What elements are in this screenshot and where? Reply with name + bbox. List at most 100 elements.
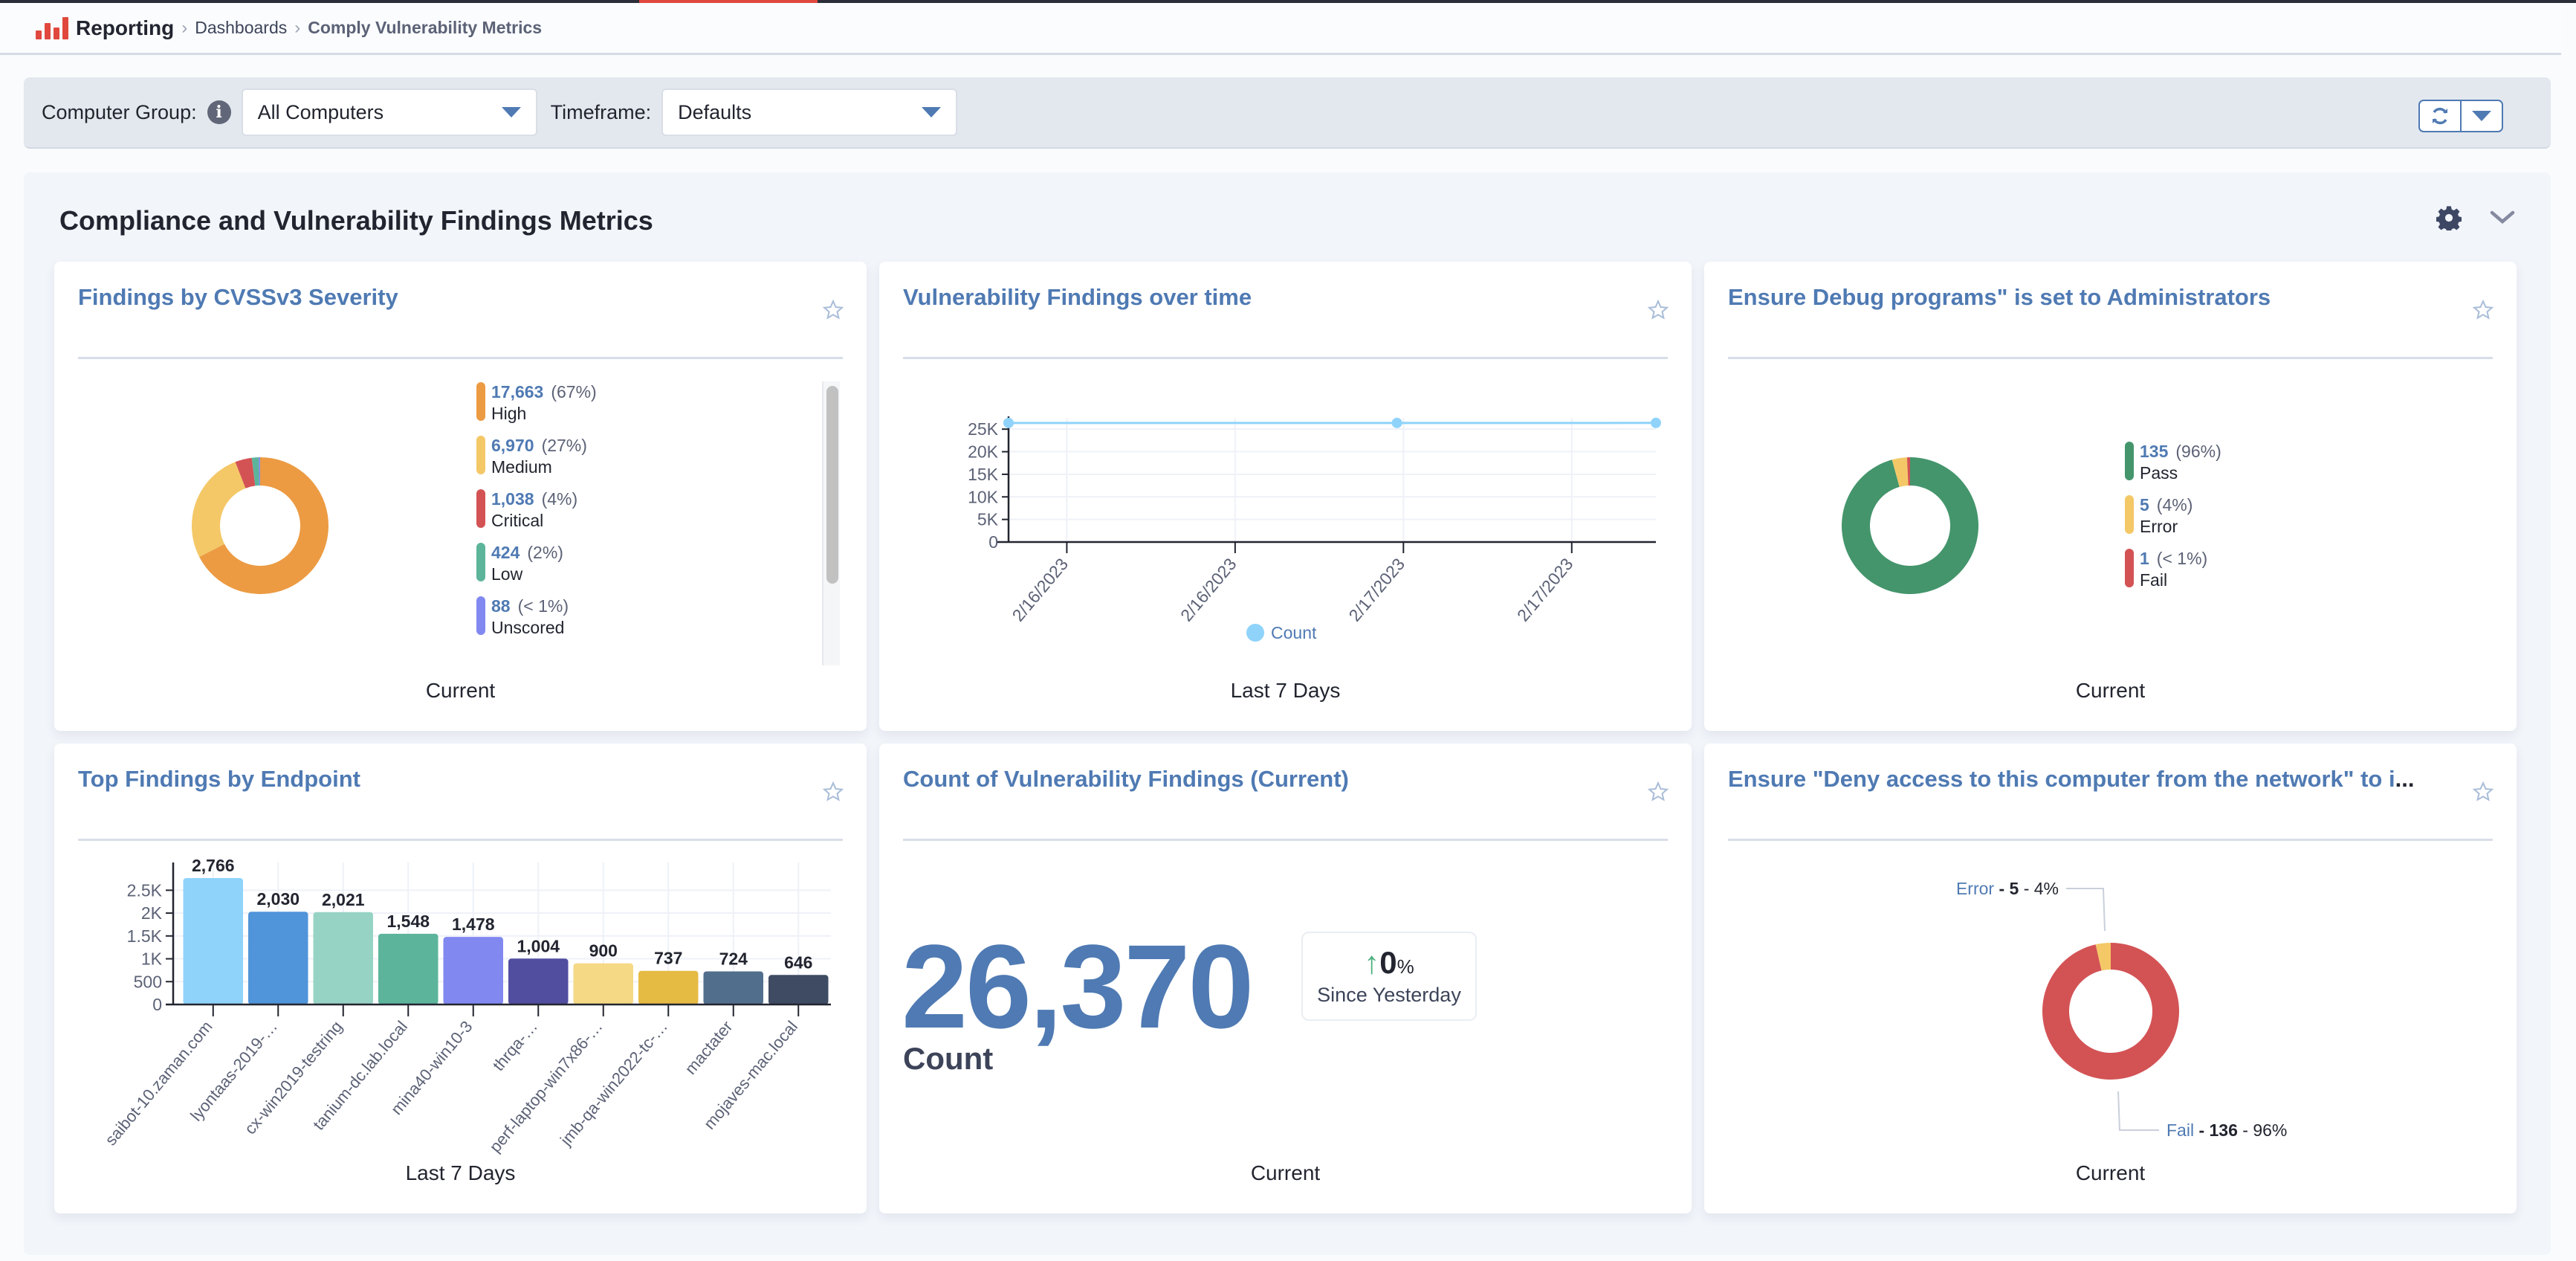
legend-item[interactable]: 6,970 (27%) Medium: [476, 436, 597, 477]
star-icon[interactable]: [1647, 299, 1669, 321]
legend-item[interactable]: 88 (< 1%) Unscored: [476, 596, 597, 638]
y-tick-label: 10K: [968, 487, 999, 506]
bar-data-label: 2,766: [192, 856, 235, 875]
y-tick-label: 2.5K: [127, 880, 163, 900]
card-footer: Current: [425, 679, 496, 702]
severity-donut-chart: [192, 457, 329, 594]
legend-swatch: [476, 543, 485, 581]
timeframe-select[interactable]: Defaults: [661, 88, 958, 136]
legend-marker: [1246, 624, 1264, 642]
legend-value: 1: [2140, 549, 2149, 568]
star-icon[interactable]: [822, 781, 844, 803]
card-findings-over-time: Vulnerability Findings over time 0 5K 10K 1…: [879, 262, 1692, 731]
legend-value: 6,970: [491, 436, 534, 455]
caret-down-icon: [922, 107, 942, 117]
legend-percent: (4%): [2156, 495, 2193, 515]
card-deny-access: Ensure "Deny access to this computer fro…: [1704, 744, 2517, 1213]
legend-scrollbar[interactable]: [822, 381, 840, 665]
x-tick-label: 2/17/2023: [1344, 555, 1408, 625]
star-icon[interactable]: [2472, 299, 2494, 321]
card-divider: [1728, 839, 2493, 841]
timeframe-label: Timeframe:: [550, 100, 652, 123]
bar: [443, 937, 503, 1004]
title-ellipsis: ...: [2395, 766, 2415, 792]
card-footer: Last 7 Days: [405, 1161, 516, 1184]
bar: [573, 963, 633, 1004]
computer-group-select[interactable]: All Computers: [241, 88, 537, 136]
legend-value: 88: [491, 596, 511, 616]
x-tick-label: 2/16/2023: [1177, 555, 1240, 625]
bar: [703, 971, 763, 1004]
x-tick-label: jmb-qa-win2022-tc-…: [556, 1017, 671, 1149]
scrollbar-thumb[interactable]: [826, 386, 838, 584]
bar: [313, 912, 373, 1004]
card-footer: Last 7 Days: [1230, 679, 1341, 702]
legend-item[interactable]: 1,038 (4%) Critical: [476, 489, 597, 531]
arrow-up-icon: ↑: [1364, 945, 1380, 980]
caret-down-icon: [501, 107, 521, 117]
y-tick-label: 25K: [968, 419, 999, 439]
legend-percent: (96%): [2175, 442, 2221, 461]
y-tick-label: 500: [134, 972, 162, 991]
chevron-down-icon[interactable]: [2490, 210, 2515, 226]
y-tick-label: 15K: [968, 465, 999, 484]
callout-label-fail: Fail - 136 - 96%: [2166, 1120, 2287, 1140]
info-icon[interactable]: i: [207, 100, 231, 124]
chevron-right-icon: ›: [181, 17, 188, 38]
caret-down-icon: [2472, 111, 2491, 121]
card-top-findings-by-endpoint: Top Findings by Endpoint 0 500 1K 1.5K 2K 2.5…: [54, 744, 867, 1213]
debug-donut-chart: [1842, 457, 1978, 594]
card-title[interactable]: Count of Vulnerability Findings (Current…: [903, 766, 1349, 793]
legend-label: Unscored: [491, 618, 565, 637]
x-tick-label: mactater: [681, 1017, 736, 1078]
breadcrumb-dashboards[interactable]: Dashboards: [195, 18, 287, 38]
bar: [248, 912, 308, 1004]
legend-label: Error: [2140, 517, 2178, 536]
findings-line-chart: 0 5K 10K 15K 20K 25K 2/16/2023 2/16/2023 2/17/20…: [968, 416, 1661, 642]
refresh-button[interactable]: [2420, 101, 2460, 131]
legend-label: Critical: [491, 511, 544, 530]
delta-unit: %: [1397, 955, 1414, 978]
star-icon[interactable]: [822, 299, 844, 321]
endpoint-bar-chart: 0 500 1K 1.5K 2K 2.5K 2,766 saibot-10.zaman.com…: [101, 856, 831, 1156]
breadcrumb-current: Comply Vulnerability Metrics: [308, 18, 543, 37]
star-icon[interactable]: [2472, 781, 2494, 803]
y-tick-label: 1K: [141, 949, 163, 969]
computer-group-value: All Computers: [257, 100, 384, 123]
bar: [183, 878, 243, 1004]
legend-percent: (< 1%): [2156, 549, 2208, 568]
star-icon[interactable]: [1647, 781, 1669, 803]
callout-line-error: [2066, 888, 2106, 932]
bar-data-label: 2,030: [256, 889, 300, 909]
legend-item[interactable]: 5 (4%) Error: [2125, 495, 2221, 537]
gear-icon[interactable]: [2436, 205, 2462, 230]
bar-data-label: 737: [654, 949, 682, 968]
callout-label-error: Error - 5 - 4%: [1956, 879, 2059, 898]
legend-item[interactable]: 135 (96%) Pass: [2125, 442, 2221, 483]
timeframe-value: Defaults: [678, 100, 752, 123]
card-title[interactable]: Top Findings by Endpoint: [78, 766, 360, 793]
data-point: [1391, 417, 1402, 428]
legend-swatch: [2125, 495, 2134, 534]
legend-percent: (2%): [527, 543, 563, 562]
legend-percent: (27%): [541, 436, 587, 455]
legend-item[interactable]: 17,663 (67%) High: [476, 382, 597, 424]
legend-swatch: [476, 382, 485, 421]
card-footer: Current: [2075, 1161, 2146, 1184]
refresh-options-button[interactable]: [2460, 101, 2502, 131]
card-title[interactable]: Findings by CVSSv3 Severity: [78, 284, 398, 311]
card-title[interactable]: Ensure "Deny access to this computer fro…: [1728, 766, 2414, 793]
bar: [768, 975, 829, 1004]
card-title[interactable]: Ensure Debug programs" is set to Adminis…: [1728, 284, 2271, 311]
card-divider: [78, 839, 843, 841]
legend-percent: (4%): [541, 489, 578, 509]
breadcrumb-app[interactable]: Reporting: [76, 16, 174, 40]
debug-legend: 135 (96%) Pass 5 (4%) Error 1 (< 1%) Fail: [2125, 442, 2221, 602]
card-title[interactable]: Vulnerability Findings over time: [903, 284, 1252, 311]
x-tick-label: 2/16/2023: [1009, 555, 1072, 625]
legend-swatch: [476, 489, 485, 528]
y-tick-label: 2K: [141, 903, 163, 923]
legend-item[interactable]: 424 (2%) Low: [476, 543, 597, 584]
count-label: Count: [903, 1041, 994, 1076]
legend-item[interactable]: 1 (< 1%) Fail: [2125, 549, 2221, 590]
